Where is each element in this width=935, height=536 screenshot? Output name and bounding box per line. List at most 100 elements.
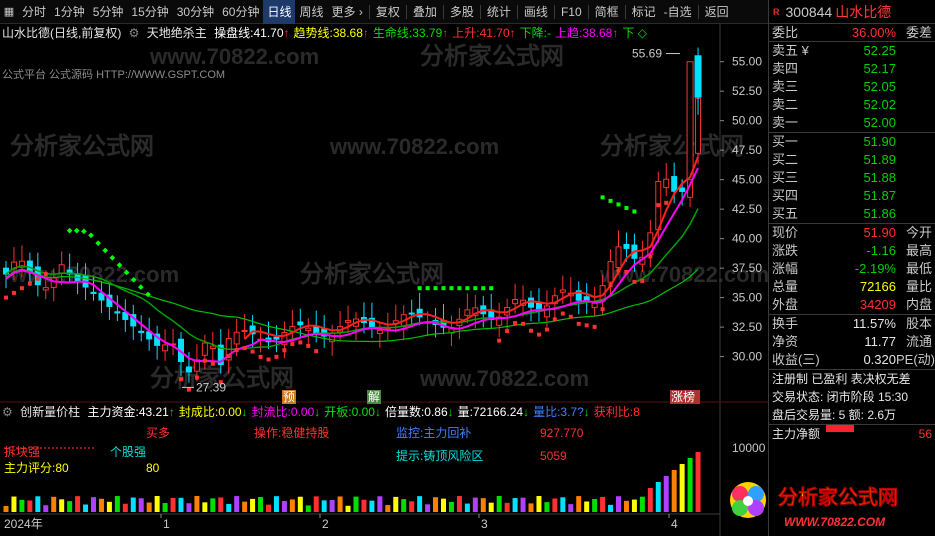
legend-corner-toggle[interactable]: 下 ◇ (622, 26, 647, 40)
sub-legend-items: 主力资金:43.21↑ 封成比:0.00↓ 封流比:0.00↓ 开板:0.00↓ 倍量数… (87, 405, 643, 419)
stat-row-label: 总量 (772, 279, 799, 294)
bid-row: 买五 51.86 (769, 205, 935, 223)
stock-code[interactable]: 300844 (786, 4, 833, 20)
sub-legend-item-0: 主力资金:43.21↑ (87, 405, 174, 419)
ask-row-label: 卖三 (772, 79, 799, 94)
period-tab-2[interactable]: 5分钟 (89, 0, 128, 24)
sub-legend-value: 3.7? (560, 405, 584, 419)
volume-bar (27, 500, 33, 512)
fund-row-value: 11.57% (852, 316, 896, 331)
watermark-layer: 分析家公式网 www.70822.com 分析家公式网 www.70822.com 分析… (9, 42, 768, 392)
bid-row-value: 51.88 (863, 170, 896, 185)
candle (376, 322, 383, 348)
candle-body (162, 344, 169, 352)
candle-body (313, 326, 320, 334)
period-tab-more[interactable]: 更多 › (328, 0, 367, 24)
volume-bar (472, 497, 478, 512)
volume-bar (448, 501, 454, 512)
kline-chart-area[interactable]: 分析家公式网 www.70822.com 分析家公式网 www.70822.com 分析… (0, 24, 768, 536)
buy-signal: 买多 (146, 426, 170, 440)
time-label: 2024年 (4, 517, 43, 531)
volume-bar (345, 505, 351, 512)
candle-body (512, 298, 519, 305)
period-tab-4[interactable]: 30分钟 (173, 0, 218, 24)
tool-simple-button[interactable]: 简框 (591, 0, 623, 24)
falling-signal-dot (616, 202, 621, 207)
candle (138, 315, 145, 342)
more-label: 更多 (331, 4, 356, 19)
falling-signal-dot (95, 240, 101, 246)
volume-bar (369, 500, 375, 512)
tool-unwatch-button[interactable]: -自选 (660, 0, 696, 24)
period-tab-3[interactable]: 15分钟 (127, 0, 172, 24)
net-amount-bar (826, 425, 855, 432)
volume-bar (305, 505, 311, 512)
volume-bar (600, 496, 606, 512)
legend-item-5: 上趋:38.68↑ (555, 26, 618, 40)
sub-indicator-settings-icon[interactable]: ⚙ (2, 405, 13, 419)
candle (408, 299, 415, 326)
price-label: 35.00 (732, 291, 762, 305)
tool-draw-button[interactable]: 画线 (520, 0, 552, 24)
stat-row-value: 34209 (859, 297, 896, 312)
candle-body (663, 178, 670, 188)
stat-row-right-label: 最低 (905, 261, 932, 276)
volume-bar (210, 498, 216, 512)
rising-signal-dot (576, 321, 581, 326)
period-tab-5[interactable]: 60分钟 (218, 0, 263, 24)
volume-bar (647, 488, 653, 512)
strength-signal: 个股强 (110, 445, 146, 459)
operation-signal: 操作:稳健持股 (254, 425, 329, 440)
candle-body (233, 331, 240, 345)
back-button[interactable]: 返回 (701, 0, 733, 24)
indicator-name[interactable]: 天地绝杀主 (147, 26, 207, 40)
candle-body (679, 187, 686, 192)
sub-legend-value: 72166.24 (473, 405, 524, 419)
volume-bar (11, 496, 17, 512)
ask-row-value: 52.05 (863, 79, 896, 94)
period-tab-daily[interactable]: 日线 (263, 0, 296, 24)
tool-f10-button[interactable]: F10 (557, 0, 586, 24)
tool-adjust-button[interactable]: 复权 (372, 0, 404, 24)
candle (321, 315, 328, 348)
tool-multi-button[interactable]: 多股 (446, 0, 478, 24)
rising-signal-dot (648, 254, 653, 259)
legend-item-value: - (546, 26, 551, 40)
main-indicator-legend: 山水比德(日线,前复权) ⚙ 天地绝杀主 操盘线:41.70↑ 趋势线:38.68… (2, 24, 655, 42)
legend-item-label: 生命线: (372, 26, 413, 40)
sub-legend-item-2: 封流比:0.00↓ (252, 405, 321, 419)
grid-menu-icon[interactable]: ▦ (0, 0, 18, 24)
candle-body (591, 302, 598, 309)
period-tab-1[interactable]: 1分钟 (50, 0, 89, 24)
volume-bar (162, 503, 168, 512)
volume-bar (488, 502, 494, 512)
tool-mark-button[interactable]: 标记 (628, 0, 660, 24)
indicator-settings-icon[interactable]: ⚙ (129, 26, 140, 40)
bid-row: 买一 51.90 (769, 133, 935, 151)
sub-legend-value: 0.00 (290, 405, 315, 419)
score-label: 主力评分:80 (4, 461, 69, 475)
volume-bar (616, 496, 621, 512)
period-tab-0[interactable]: 分时 (18, 0, 50, 24)
rising-signal-dot (274, 354, 279, 359)
candle (289, 309, 296, 340)
volume-bar (679, 464, 685, 512)
tool-overlay-button[interactable]: 叠加 (409, 0, 441, 24)
candle-body (559, 289, 566, 293)
bid-row-value: 51.90 (863, 134, 896, 149)
toolbar-divider (516, 4, 518, 19)
candle-body (241, 329, 248, 332)
volume-bar (655, 482, 661, 512)
tool-stats-button[interactable]: 统计 (483, 0, 515, 24)
stat-row-value: 51.90 (863, 225, 896, 240)
period-tab-weekly[interactable]: 周线 (295, 0, 327, 24)
stat-row-right-label: 最高 (905, 243, 932, 258)
stock-name[interactable]: 山水比德 (835, 2, 891, 22)
chart-canvas[interactable]: 分析家公式网 www.70822.com 分析家公式网 www.70822.com 分析… (0, 24, 768, 536)
candle-body (90, 291, 97, 294)
fund-row-label: 净资 (772, 334, 799, 349)
rising-signal-dot (4, 295, 8, 300)
sub-indicator-name[interactable]: 创新量价柱 (20, 405, 80, 419)
volume-bar (329, 500, 335, 512)
stat-row: 涨跌 -1.16 最高 (769, 242, 935, 260)
